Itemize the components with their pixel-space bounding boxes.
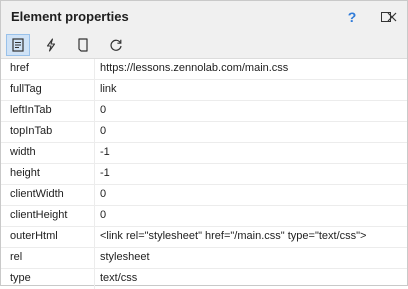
properties-tab-button[interactable] — [6, 34, 30, 56]
property-row-fulltag[interactable]: fullTag link — [1, 80, 407, 101]
toolbar — [1, 32, 407, 59]
property-value[interactable]: <link rel="stylesheet" href="/main.css" … — [100, 230, 366, 242]
property-row-width[interactable]: width -1 — [1, 143, 407, 164]
property-row-clientwidth[interactable]: clientWidth 0 — [1, 185, 407, 206]
property-name: leftInTab — [10, 104, 52, 116]
help-icon: ? — [347, 8, 357, 25]
property-name: height — [10, 167, 40, 179]
property-value[interactable]: 0 — [100, 125, 106, 137]
refresh-button[interactable] — [104, 34, 128, 56]
property-row-height[interactable]: height -1 — [1, 164, 407, 185]
property-name: clientHeight — [10, 209, 68, 221]
property-row-topintab[interactable]: topInTab 0 — [1, 122, 407, 143]
property-name: outerHtml — [10, 230, 58, 242]
property-value[interactable]: 0 — [100, 209, 106, 221]
property-name: width — [10, 146, 36, 158]
property-row-leftintab[interactable]: leftInTab 0 — [1, 101, 407, 122]
property-value[interactable]: link — [100, 83, 117, 95]
property-value[interactable]: 0 — [100, 104, 106, 116]
property-row-rel[interactable]: rel stylesheet — [1, 248, 407, 269]
properties-icon — [12, 38, 24, 52]
property-value[interactable]: https://lessons.zennolab.com/main.css — [100, 62, 288, 74]
property-name: fullTag — [10, 83, 42, 95]
property-name: topInTab — [10, 125, 53, 137]
property-value[interactable]: -1 — [100, 167, 110, 179]
property-row-clientheight[interactable]: clientHeight 0 — [1, 206, 407, 227]
help-button[interactable]: ? — [337, 1, 367, 32]
element-properties-window: Element properties ? href https://lesson… — [0, 0, 408, 289]
window-title: Element properties — [11, 9, 129, 24]
close-icon — [387, 12, 397, 21]
lightning-icon — [46, 38, 56, 52]
property-value[interactable]: stylesheet — [100, 251, 150, 263]
properties-table: href https://lessons.zennolab.com/main.c… — [1, 59, 407, 289]
property-name: rel — [10, 251, 23, 263]
refresh-icon — [110, 39, 122, 51]
page-tab-button[interactable] — [71, 34, 95, 56]
property-row-outerhtml[interactable]: outerHtml <link rel="stylesheet" href="/… — [1, 227, 407, 248]
title-bar: Element properties ? — [1, 1, 407, 32]
property-name: href — [10, 62, 29, 74]
property-value[interactable]: text/css — [100, 272, 137, 284]
property-value[interactable]: -1 — [100, 146, 110, 158]
page-icon — [78, 38, 88, 52]
property-name: type — [10, 272, 31, 284]
property-value[interactable]: 0 — [100, 188, 106, 200]
property-row-type[interactable]: type text/css — [1, 269, 407, 289]
close-button[interactable] — [377, 1, 407, 32]
events-tab-button[interactable] — [39, 34, 63, 56]
property-row-href[interactable]: href https://lessons.zennolab.com/main.c… — [1, 59, 407, 80]
property-name: clientWidth — [10, 188, 64, 200]
